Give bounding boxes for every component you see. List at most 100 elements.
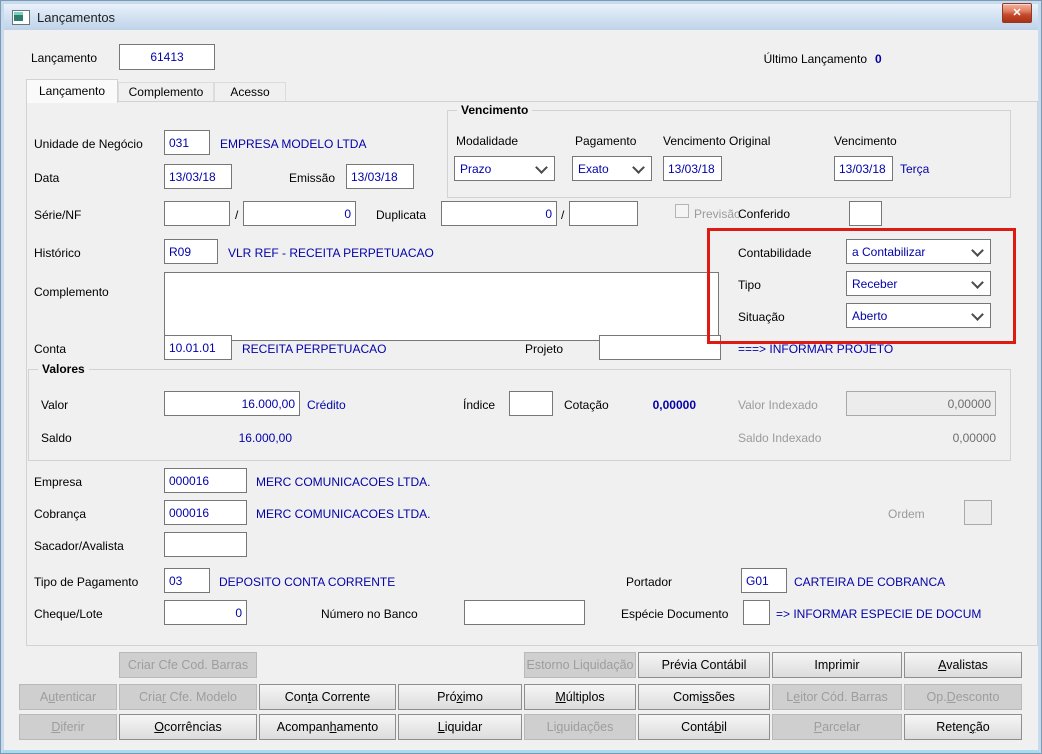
empresa-input[interactable] <box>164 468 247 493</box>
saldo-label: Saldo <box>41 431 72 445</box>
tipo-select[interactable]: Receber <box>846 271 991 296</box>
contabilidade-select[interactable]: a Contabilizar <box>846 239 991 264</box>
duplicata-input[interactable] <box>441 201 557 226</box>
app-icon <box>12 9 30 25</box>
tipo-pagamento-desc: DEPOSITO CONTA CORRENTE <box>219 575 396 589</box>
duplicata-parcela-input[interactable] <box>569 201 638 226</box>
button-imprimir[interactable]: Imprimir <box>772 652 902 678</box>
modalidade-select[interactable]: Prazo <box>454 156 555 181</box>
button-liquidar[interactable]: Liquidar <box>398 714 522 740</box>
tab-acesso[interactable]: Acesso <box>214 82 286 102</box>
numero-banco-label: Número no Banco <box>321 607 418 621</box>
lancamento-number-input[interactable] <box>119 44 215 70</box>
button-avalistas[interactable]: Avalistas <box>904 652 1022 678</box>
button-parcelar: Parcelar <box>772 714 902 740</box>
historico-label: Histórico <box>34 246 81 260</box>
chevron-down-icon <box>632 160 645 174</box>
valor-input[interactable] <box>164 391 300 416</box>
sacador-avalista-input[interactable] <box>164 532 247 557</box>
conta-label: Conta <box>34 342 67 356</box>
tipo-label: Tipo <box>738 278 761 292</box>
button-comissoes[interactable]: Comissões <box>638 684 770 710</box>
modalidade-label: Modalidade <box>456 134 519 148</box>
serie-input[interactable] <box>164 201 230 226</box>
valor-tipo: Crédito <box>307 398 346 412</box>
tab-complemento[interactable]: Complemento <box>118 82 214 102</box>
complemento-textarea[interactable] <box>164 272 719 341</box>
button-multiplos[interactable]: Múltiplos <box>524 684 636 710</box>
ultimo-lancamento-value: 0 <box>875 52 882 66</box>
lancamento-number-label: Lançamento <box>31 51 98 65</box>
vencimento-original-input[interactable] <box>663 156 722 181</box>
vencimento-input[interactable] <box>834 156 893 181</box>
sacador-avalista-label: Sacador/Avalista <box>34 539 124 553</box>
pagamento-select[interactable]: Exato <box>572 156 652 181</box>
numero-banco-input[interactable] <box>464 600 585 625</box>
indice-label: Índice <box>463 398 496 412</box>
portador-desc: CARTEIRA DE COBRANCA <box>794 575 946 589</box>
chevron-down-icon <box>535 160 548 174</box>
unidade-negocio-label: Unidade de Negócio <box>34 137 143 151</box>
title-bar: Lançamentos <box>4 4 1038 30</box>
button-liquidacoes: Liquidações <box>524 714 636 740</box>
valores-group-title: Valores <box>38 362 89 376</box>
portador-input[interactable] <box>741 568 787 593</box>
ordem-label: Ordem <box>888 507 925 521</box>
data-input[interactable] <box>164 164 232 189</box>
projeto-label: Projeto <box>525 342 564 356</box>
button-leitor-cod-barras: Leitor Cód. Barras <box>772 684 902 710</box>
nf-input[interactable] <box>243 201 356 226</box>
conta-input[interactable] <box>164 335 232 360</box>
empresa-label: Empresa <box>34 475 83 489</box>
data-label: Data <box>34 171 60 185</box>
lancamentos-window: Lançamentos ✕ Lançamento Último Lançamen… <box>0 0 1042 754</box>
situacao-select[interactable]: Aberto <box>846 303 991 328</box>
serie-nf-label: Série/NF <box>34 208 82 222</box>
historico-input[interactable] <box>164 239 218 264</box>
conferido-input[interactable] <box>849 201 882 226</box>
vencimento-group-title: Vencimento <box>457 103 533 117</box>
button-autenticar: Autenticar <box>19 684 117 710</box>
chevron-down-icon <box>971 275 984 289</box>
close-button[interactable]: ✕ <box>1002 3 1032 23</box>
button-criar-cfe-cod-barras: Criar Cfe Cod. Barras <box>119 652 257 678</box>
contabilidade-label: Contabilidade <box>738 246 812 260</box>
duplicata-separator: / <box>561 208 565 222</box>
emissao-label: Emissão <box>289 171 336 185</box>
tab-lancamento[interactable]: Lançamento <box>26 79 118 103</box>
valor-indexado-input <box>846 391 996 416</box>
cobranca-input[interactable] <box>164 500 247 525</box>
button-acompanhamento[interactable]: Acompanhamento <box>259 714 396 740</box>
valor-indexado-label: Valor Indexado <box>738 398 818 412</box>
vencimento-group: Vencimento <box>447 103 1011 198</box>
unidade-negocio-desc: EMPRESA MODELO LTDA <box>220 137 367 151</box>
vencimento-weekday: Terça <box>900 162 930 176</box>
especie-documento-hint: => INFORMAR ESPECIE DE DOCUM <box>776 607 982 621</box>
valor-label: Valor <box>41 398 69 412</box>
saldo-indexado-label: Saldo Indexado <box>738 431 822 445</box>
button-contabil[interactable]: Contábil <box>638 714 770 740</box>
vencimento-label: Vencimento <box>834 134 897 148</box>
saldo-indexado-value: 0,00000 <box>952 431 996 445</box>
button-previa-contabil[interactable]: Prévia Contábil <box>638 652 770 678</box>
unidade-negocio-input[interactable] <box>164 130 210 155</box>
emissao-input[interactable] <box>346 164 414 189</box>
especie-documento-input[interactable] <box>743 600 770 625</box>
button-conta-corrente[interactable]: Conta Corrente <box>259 684 396 710</box>
situacao-label: Situação <box>738 310 785 324</box>
indice-input[interactable] <box>509 391 553 416</box>
vencimento-original-label: Vencimento Original <box>663 134 771 148</box>
portador-label: Portador <box>626 575 673 589</box>
button-retencao[interactable]: Retenção <box>904 714 1022 740</box>
empresa-desc: MERC COMUNICACOES LTDA. <box>256 475 431 489</box>
tipo-pagamento-input[interactable] <box>164 568 210 593</box>
button-ocorrencias[interactable]: Ocorrências <box>119 714 257 740</box>
button-estorno-liquidacao: Estorno Liquidação <box>524 652 636 678</box>
saldo-value: 16.000,00 <box>238 431 292 445</box>
projeto-input[interactable] <box>599 335 721 360</box>
especie-documento-label: Espécie Documento <box>621 607 729 621</box>
complemento-label: Complemento <box>34 285 109 299</box>
cheque-lote-input[interactable] <box>164 600 247 625</box>
conferido-label: Conferido <box>738 207 791 221</box>
button-proximo[interactable]: Próximo <box>398 684 522 710</box>
